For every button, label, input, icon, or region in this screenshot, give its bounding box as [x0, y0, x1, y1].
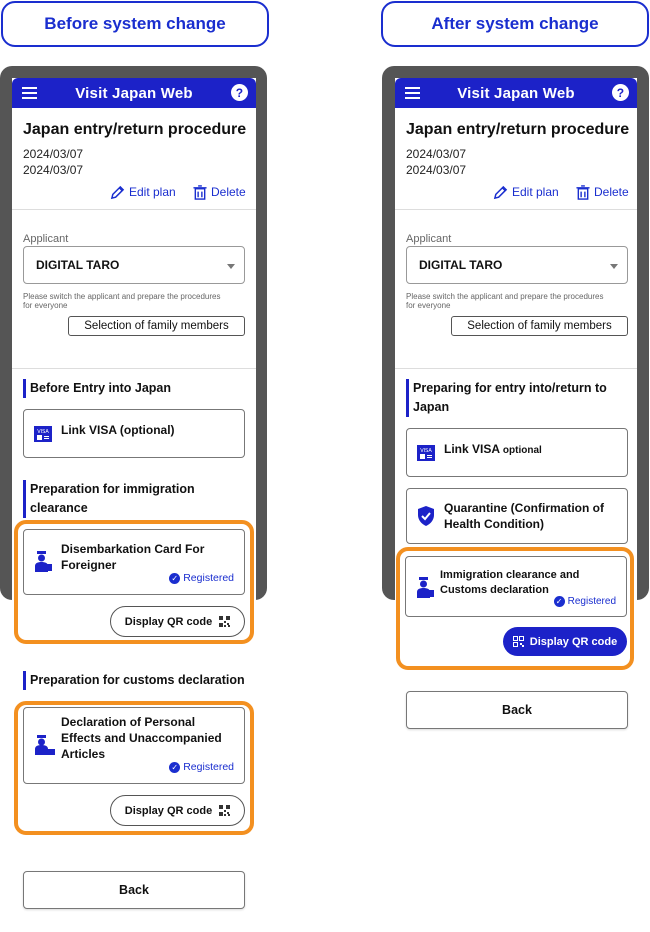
registered-badge: ✓ Registered: [553, 596, 616, 607]
help-icon[interactable]: ?: [231, 84, 248, 101]
pencil-icon: [493, 185, 508, 199]
qr-code-icon: [512, 636, 524, 647]
after-heading: After system change: [381, 1, 649, 47]
link-visa-label: Link VISA optional: [444, 442, 542, 456]
registered-badge: ✓ Registered: [169, 761, 234, 773]
link-visa-label: Link VISA (optional): [61, 423, 175, 437]
page-title: Japan entry/return procedure: [406, 121, 630, 138]
trash-icon: [193, 184, 207, 200]
section-customs: Preparation for customs declaration: [23, 671, 248, 690]
divider: [12, 209, 256, 210]
delete-link[interactable]: Delete: [193, 183, 246, 201]
customs-officer-icon: [35, 735, 55, 755]
check-icon: ✓: [169, 761, 181, 773]
disembarkation-card[interactable]: Disembarkation Card For Foreigner ✓ Regi…: [23, 529, 245, 595]
edit-plan-link[interactable]: Edit plan: [493, 183, 559, 201]
section-immigration: Preparation for immigration clearance: [23, 480, 228, 518]
divider: [12, 368, 256, 369]
section-preparing-entry: Preparing for entry into/return to Japan: [406, 379, 621, 417]
help-icon[interactable]: ?: [612, 84, 629, 101]
menu-icon[interactable]: [405, 87, 420, 100]
menu-icon[interactable]: [22, 87, 37, 100]
family-members-button[interactable]: Selection of family members: [68, 316, 245, 336]
qr-code-icon: [219, 805, 231, 816]
display-qr-button[interactable]: Display QR code: [110, 795, 245, 826]
quarantine-label: Quarantine (Confirmation of Health Condi…: [444, 501, 604, 531]
link-visa-card[interactable]: VISA Link VISA (optional): [23, 409, 245, 458]
quarantine-card[interactable]: Quarantine (Confirmation of Health Condi…: [406, 488, 628, 544]
date-start: 2024/03/07: [23, 147, 84, 161]
qr-code-icon: [219, 616, 231, 627]
trash-icon: [576, 184, 590, 200]
check-icon: ✓: [553, 596, 565, 607]
immigration-customs-label: Immigration clearance and Customs declar…: [440, 569, 580, 596]
family-members-button[interactable]: Selection of family members: [451, 316, 628, 336]
app-title: Visit Japan Web: [75, 84, 193, 102]
chevron-down-icon: [610, 264, 618, 269]
applicant-select[interactable]: DIGITAL TARO: [23, 246, 245, 284]
display-qr-button[interactable]: Display QR code: [110, 606, 245, 637]
optional-tag: optional: [502, 445, 542, 456]
link-visa-card[interactable]: VISA Link VISA optional: [406, 428, 628, 477]
applicant-select[interactable]: DIGITAL TARO: [406, 246, 628, 284]
date-end: 2024/03/07: [23, 163, 84, 177]
edit-plan-link[interactable]: Edit plan: [110, 183, 176, 201]
applicant-hint: Please switch the applicant and prepare …: [406, 292, 604, 310]
date-end: 2024/03/07: [406, 163, 467, 177]
after-app-bar: Visit Japan Web ?: [395, 78, 637, 108]
divider: [395, 209, 637, 210]
applicant-hint: Please switch the applicant and prepare …: [23, 292, 221, 310]
section-before-entry: Before Entry into Japan: [23, 379, 238, 398]
display-qr-button[interactable]: Display QR code: [503, 627, 627, 656]
immigration-customs-card[interactable]: Immigration clearance and Customs declar…: [405, 556, 627, 617]
back-button[interactable]: Back: [406, 691, 628, 729]
divider: [395, 368, 637, 369]
customs-declaration-card[interactable]: Declaration of Personal Effects and Unac…: [23, 707, 245, 784]
officer-icon: [35, 551, 52, 572]
back-button[interactable]: Back: [23, 871, 245, 909]
chevron-down-icon: [227, 264, 235, 269]
customs-declaration-label: Declaration of Personal Effects and Unac…: [61, 715, 222, 761]
before-app-bar: Visit Japan Web ?: [12, 78, 256, 108]
delete-link[interactable]: Delete: [576, 183, 629, 201]
pencil-icon: [110, 185, 125, 199]
app-title: Visit Japan Web: [457, 84, 575, 102]
registered-badge: ✓ Registered: [169, 572, 234, 584]
svg-text:VISA: VISA: [37, 429, 49, 435]
svg-text:VISA: VISA: [420, 448, 432, 454]
disembarkation-label: Disembarkation Card For Foreigner: [61, 542, 205, 572]
before-heading: Before system change: [1, 1, 269, 47]
applicant-label: Applicant: [23, 233, 69, 245]
visa-icon: VISA: [417, 445, 435, 461]
officer-icon: [417, 577, 434, 598]
page-title: Japan entry/return procedure: [23, 121, 247, 138]
health-shield-icon: [418, 506, 434, 526]
visa-icon: VISA: [34, 426, 52, 442]
date-start: 2024/03/07: [406, 147, 467, 161]
applicant-label: Applicant: [406, 233, 452, 245]
check-icon: ✓: [169, 572, 181, 584]
